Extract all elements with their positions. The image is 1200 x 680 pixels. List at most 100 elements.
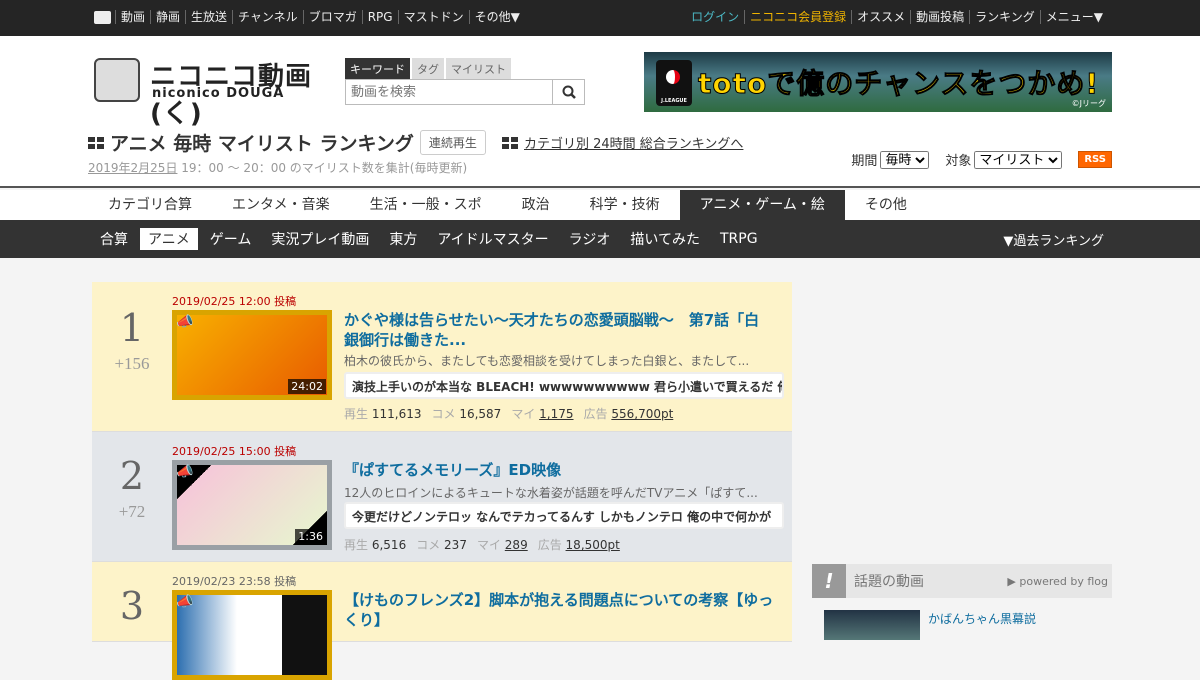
video-stats: 再生 6,516 コメ 237 マイ 289 広告 18,500pt <box>344 538 620 552</box>
video-description: 柏木の彼氏から、またしても恋愛相談を受けてしまった白銀と、またして... <box>344 354 750 368</box>
subtab-drawing[interactable]: 描いてみた <box>622 228 708 250</box>
mascot-icon <box>94 58 140 102</box>
ranking-item: 1 +156 2019/02/25 12:00 投稿 📣 24:02 かぐや様は告… <box>92 282 792 432</box>
nav-upload[interactable]: 動画投稿 <box>910 10 969 24</box>
video-thumbnail[interactable]: 📣 24:02 <box>172 310 332 400</box>
post-date: 2019/02/25 15:00 投稿 <box>172 445 297 458</box>
ranking-list-icon <box>88 136 104 149</box>
latest-comments: 演技上手いのが本当な BLEACH! wwwwwwwwww 君ら小遣いで買えるだ… <box>344 372 784 399</box>
rank-delta: +72 <box>118 502 146 521</box>
nav-rpg[interactable]: RPG <box>361 10 398 24</box>
search-tab-mylist[interactable]: マイリスト <box>446 58 511 80</box>
video-title[interactable]: 『ぱすてるメモリーズ』ED映像 <box>344 460 774 480</box>
nav-channel[interactable]: チャンネル <box>232 10 303 24</box>
period-label: 期間 <box>851 154 878 169</box>
search-tab-keyword[interactable]: キーワード <box>345 58 410 80</box>
duration: 1:36 <box>295 529 326 544</box>
ad-points-link[interactable]: 18,500pt <box>566 538 620 552</box>
nav-blomaga[interactable]: ブロマガ <box>302 10 362 24</box>
nav-seiga[interactable]: 静画 <box>150 10 185 24</box>
subtab-radio[interactable]: ラジオ <box>561 228 619 250</box>
trending-video-title[interactable]: かばんちゃん黒幕説 <box>928 610 1036 640</box>
tab-anime-game[interactable]: アニメ・ゲーム・絵 <box>679 190 845 220</box>
subtab-idolmaster[interactable]: アイドルマスター <box>429 228 556 250</box>
mylist-count-link[interactable]: 289 <box>505 538 528 552</box>
search-tab-tag[interactable]: タグ <box>412 58 444 80</box>
aggregation-note: 19：00 ～ 20：00 のマイリスト数を集計(毎時更新) <box>177 161 468 175</box>
video-stats: 再生 111,613 コメ 16,587 マイ 1,175 広告 556,700pt <box>344 407 674 421</box>
duration: 24:02 <box>288 379 326 394</box>
nav-mastodon[interactable]: マストドン <box>397 10 469 24</box>
ranking-item: 3 2019/02/23 23:58 投稿 📣 【けものフレンズ2】脚本が抱える… <box>92 562 792 680</box>
video-thumbnail[interactable] <box>824 610 920 640</box>
post-date: 2019/02/25 12:00 投稿 <box>172 295 297 308</box>
tab-other[interactable]: その他 <box>845 190 927 220</box>
ranking-list: 1 +156 2019/02/25 12:00 投稿 📣 24:02 かぐや様は告… <box>92 282 792 680</box>
jleague-logo-text: J.LEAGUE <box>661 98 687 104</box>
subtab-touhou[interactable]: 東方 <box>381 228 425 250</box>
nav-more[interactable]: その他▼ <box>468 10 525 24</box>
nav-live[interactable]: 生放送 <box>185 10 232 24</box>
search-icon <box>562 85 576 99</box>
logo-subtext: niconico DOUGA <box>152 86 285 101</box>
tab-life[interactable]: 生活・一般・スポ <box>350 190 502 220</box>
search-input[interactable] <box>346 80 552 104</box>
continuous-play-button[interactable]: 連続再生 <box>419 130 486 155</box>
grid-icon <box>502 136 518 149</box>
video-thumbnail[interactable]: 📣 1:36 <box>172 460 332 550</box>
date-link[interactable]: 2019年2月25日 <box>88 161 177 175</box>
nav-douga[interactable]: 動画 <box>115 10 150 24</box>
banner-text: totoで億のチャンスをつかめ! <box>697 67 1100 101</box>
trending-videos-panel: ! 話題の動画 ▶ powered by flog かばんちゃん黒幕説 <box>812 564 1112 640</box>
latest-comments: 今更だけどノンテロッ なんでテカってるんす しかもノンテロ 俺の中で何かが <box>344 502 784 529</box>
video-description: 12人のヒロインによるキュートな水着姿が話題を呼んだTVアニメ「ぱすて... <box>344 486 758 500</box>
video-title[interactable]: 【けものフレンズ2】脚本が抱える問題点についての考察【ゆっくり】 <box>344 590 774 630</box>
ad-banner[interactable]: J.LEAGUE totoで億のチャンスをつかめ! ©Jリーグ <box>644 52 1112 112</box>
category-tabs: カテゴリ合算 エンタメ・音楽 生活・一般・スポ 政治 科学・技術 アニメ・ゲーム… <box>0 190 1200 220</box>
exclamation-icon: ! <box>812 564 846 598</box>
jleague-logo: J.LEAGUE <box>656 60 692 106</box>
past-ranking-link[interactable]: ▼過去ランキング <box>1003 230 1104 249</box>
tab-all[interactable]: カテゴリ合算 <box>88 190 212 220</box>
megaphone-icon: 📣 <box>176 314 194 330</box>
niconico-tv-icon[interactable] <box>94 10 111 24</box>
period-select[interactable]: 毎時 <box>880 150 930 169</box>
subtab-trpg[interactable]: TRPG <box>712 230 766 248</box>
tab-science[interactable]: 科学・技術 <box>570 190 680 220</box>
top-bar: 動画 静画 生放送 チャンネル ブロマガ RPG マストドン その他▼ ログイン… <box>0 0 1200 36</box>
tab-entertainment[interactable]: エンタメ・音楽 <box>212 190 350 220</box>
powered-by-link[interactable]: ▶ powered by flog <box>1007 575 1108 588</box>
nav-menu[interactable]: メニュー▼ <box>1039 10 1108 24</box>
logo[interactable]: ニコニコ動画(く) niconico DOUGA <box>94 56 334 129</box>
megaphone-icon: 📣 <box>176 464 194 480</box>
rank-delta: +156 <box>114 354 150 373</box>
rank-number: 2 <box>119 454 145 498</box>
panel-title: 話題の動画 <box>854 574 924 590</box>
tab-politics[interactable]: 政治 <box>502 190 570 220</box>
subtab-game[interactable]: ゲーム <box>202 228 260 250</box>
register-link[interactable]: ニコニコ会員登録 <box>744 10 851 24</box>
rank-number: 3 <box>119 584 145 628</box>
category-ranking-link[interactable]: カテゴリ別 24時間 総合ランキングへ <box>524 133 743 152</box>
subtab-lets-play[interactable]: 実況プレイ動画 <box>263 228 377 250</box>
nav-ranking[interactable]: ランキング <box>969 10 1040 24</box>
rank-number: 1 <box>119 306 145 350</box>
list-item[interactable]: かばんちゃん黒幕説 <box>812 610 1112 640</box>
target-label: 対象 <box>945 154 972 169</box>
header: ニコニコ動画(く) niconico DOUGA キーワード タグ マイリスト … <box>0 36 1200 188</box>
page-title: アニメ 毎時 マイリスト ランキング <box>110 133 414 155</box>
nav-recommend[interactable]: オススメ <box>851 10 910 24</box>
banner-copyright: ©Jリーグ <box>1071 99 1106 108</box>
jleague-ball-icon <box>666 70 680 84</box>
ad-points-link[interactable]: 556,700pt <box>611 407 673 421</box>
search-button[interactable] <box>552 80 584 104</box>
subtab-all[interactable]: 合算 <box>92 228 136 250</box>
subtab-anime[interactable]: アニメ <box>140 228 198 250</box>
video-thumbnail[interactable]: 📣 <box>172 590 332 680</box>
rss-button[interactable]: RSS <box>1078 151 1112 168</box>
target-select[interactable]: マイリスト <box>974 150 1063 169</box>
ranking-item: 2 +72 2019/02/25 15:00 投稿 📣 1:36 『ぱすてるメモリ… <box>92 432 792 562</box>
login-link[interactable]: ログイン <box>686 10 744 24</box>
video-title[interactable]: かぐや様は告らせたい～天才たちの恋愛頭脳戦～ 第7話「白銀御行は働きた... <box>344 310 774 350</box>
mylist-count-link[interactable]: 1,175 <box>539 407 573 421</box>
